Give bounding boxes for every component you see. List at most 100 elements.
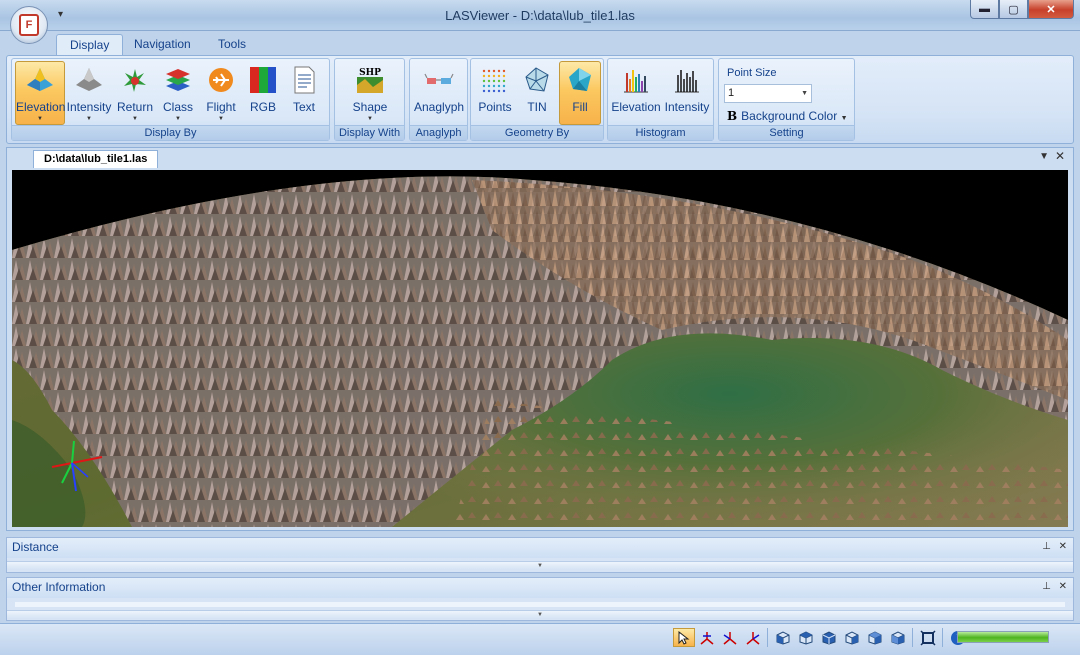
tab-list-dropdown-icon[interactable]: ▼ — [1039, 151, 1049, 162]
button-label: Flight — [206, 100, 236, 114]
ribbon-tabs: Display Navigation Tools — [0, 31, 1080, 56]
class-button[interactable]: Class ▼ — [157, 61, 199, 125]
chevron-down-icon: ▼ — [175, 116, 181, 122]
panel-expand-grip[interactable]: ▼ — [7, 561, 1073, 570]
chevron-down-icon: ▼ — [86, 116, 92, 122]
view-front-icon[interactable] — [772, 628, 794, 647]
background-color-button[interactable]: B Background Color ▼ — [727, 109, 848, 123]
button-label: Elevation — [16, 100, 66, 114]
chevron-down-icon: ▼ — [218, 116, 224, 122]
group-display-with: SHP Shape ▼ Display With — [334, 58, 405, 141]
fill-icon — [569, 68, 591, 91]
document-area: D:\data\lub_tile1.las ▼ ✕ — [6, 147, 1074, 531]
elevation-histogram-button[interactable]: Elevation — [610, 61, 662, 125]
tin-button[interactable]: TIN — [517, 61, 557, 125]
point-cloud-scene[interactable] — [12, 170, 1068, 527]
shape-icon-text: SHP — [359, 68, 381, 78]
rgb-icon — [250, 67, 276, 93]
return-button[interactable]: Return ▼ — [113, 61, 157, 125]
group-label: Display With — [335, 125, 404, 140]
anaglyph-glasses-icon — [424, 73, 454, 84]
axis-z-icon[interactable] — [742, 628, 764, 647]
class-icon — [166, 69, 190, 91]
view-bottom-icon[interactable] — [887, 628, 909, 647]
button-label: RGB — [249, 100, 276, 114]
fill-button[interactable]: Fill — [559, 61, 601, 125]
document-tab[interactable]: D:\data\lub_tile1.las — [33, 150, 159, 168]
pin-icon[interactable]: ⊥ — [1042, 581, 1051, 592]
distance-panel: Distance ⊥ ✕ ▼ — [6, 537, 1074, 573]
view-toolbar: ▼ — [673, 628, 978, 649]
toolbar-separator — [912, 628, 915, 647]
other-information-panel: Other Information ⊥ ✕ ▼ — [6, 577, 1074, 621]
maximize-button[interactable]: ▢ — [999, 0, 1028, 19]
bold-b-icon: B — [727, 109, 738, 123]
chevron-down-icon: ▼ — [132, 116, 138, 122]
button-label: Return — [116, 100, 154, 114]
view-left-icon[interactable] — [818, 628, 840, 647]
select-arrow-icon[interactable] — [673, 628, 695, 647]
elevation-histogram-icon — [624, 70, 648, 93]
flight-button[interactable]: Flight ▼ — [199, 61, 243, 125]
window-title: LASViewer - D:\data\lub_tile1.las — [445, 8, 635, 23]
info-content — [15, 602, 1065, 607]
minimize-button[interactable]: ▬ — [970, 0, 999, 19]
group-geometry-by: Points TIN Fill Geometry By — [470, 58, 604, 141]
close-button[interactable]: ✕ — [1028, 0, 1074, 19]
return-icon — [124, 69, 146, 92]
pin-icon[interactable]: ⊥ — [1042, 541, 1051, 552]
view-top-icon[interactable] — [864, 628, 886, 647]
rgb-button[interactable]: RGB — [243, 61, 283, 125]
anaglyph-button[interactable]: Anaglyph — [413, 61, 465, 125]
intensity-histogram-button[interactable]: Intensity — [662, 61, 712, 125]
progress-fill — [958, 632, 1048, 642]
tin-icon — [525, 67, 549, 92]
points-button[interactable]: Points — [474, 61, 516, 125]
chevron-down-icon: ▼ — [801, 90, 808, 97]
background-color-label: Background Color — [741, 109, 838, 123]
distance-panel-title: Distance — [7, 538, 1073, 558]
point-size-value: 1 — [728, 87, 735, 99]
intensity-histogram-icon — [675, 70, 699, 93]
close-panel-icon[interactable]: ✕ — [1059, 581, 1067, 592]
group-label: Geometry By — [471, 125, 603, 140]
toolbar-separator — [767, 628, 770, 647]
tab-navigation[interactable]: Navigation — [121, 34, 204, 56]
shape-button[interactable]: SHP Shape ▼ — [345, 61, 395, 125]
3d-viewport[interactable] — [12, 170, 1068, 527]
quick-access-dropdown[interactable]: ▾ — [58, 9, 63, 20]
point-size-label: Point Size — [727, 67, 777, 79]
view-right-icon[interactable] — [841, 628, 863, 647]
title-bar: ▾ LASViewer - D:\data\lub_tile1.las ▬ ▢ … — [0, 0, 1080, 31]
fit-extent-icon[interactable] — [917, 628, 939, 647]
chevron-down-icon: ▼ — [840, 115, 848, 122]
button-label: TIN — [527, 100, 547, 114]
text-icon — [294, 66, 315, 94]
text-button[interactable]: Text — [284, 61, 324, 125]
intensity-button[interactable]: Intensity ▼ — [65, 61, 113, 125]
button-label: Fill — [572, 100, 588, 114]
axis-xy-icon[interactable] — [719, 628, 741, 647]
tab-display[interactable]: Display — [56, 34, 124, 56]
group-display-by: Elevation ▼ Intensity ▼ Return ▼ Class ▼… — [11, 58, 330, 141]
tab-tools[interactable]: Tools — [205, 34, 259, 56]
application-menu-button[interactable]: F — [10, 6, 48, 44]
shape-icon: SHP — [357, 68, 383, 93]
ribbon: Elevation ▼ Intensity ▼ Return ▼ Class ▼… — [6, 55, 1074, 144]
elevation-button[interactable]: Elevation ▼ — [15, 61, 65, 125]
close-panel-icon[interactable]: ✕ — [1059, 541, 1067, 552]
view-back-icon[interactable] — [795, 628, 817, 647]
axis-xyz-icon[interactable] — [696, 628, 718, 647]
window-controls: ▬ ▢ ✕ — [970, 0, 1074, 19]
button-label: Elevation — [611, 100, 661, 114]
group-label: Setting — [719, 125, 854, 140]
point-size-select[interactable]: 1 ▼ — [724, 84, 812, 103]
flight-icon — [209, 68, 233, 92]
button-label: Points — [478, 100, 512, 114]
button-label: Intensity — [66, 100, 112, 114]
button-label: Intensity — [664, 100, 710, 114]
group-anaglyph: Anaglyph Anaglyph — [409, 58, 468, 141]
group-label: Histogram — [608, 125, 713, 140]
close-document-icon[interactable]: ✕ — [1055, 149, 1065, 163]
panel-expand-grip[interactable]: ▼ — [7, 610, 1073, 619]
